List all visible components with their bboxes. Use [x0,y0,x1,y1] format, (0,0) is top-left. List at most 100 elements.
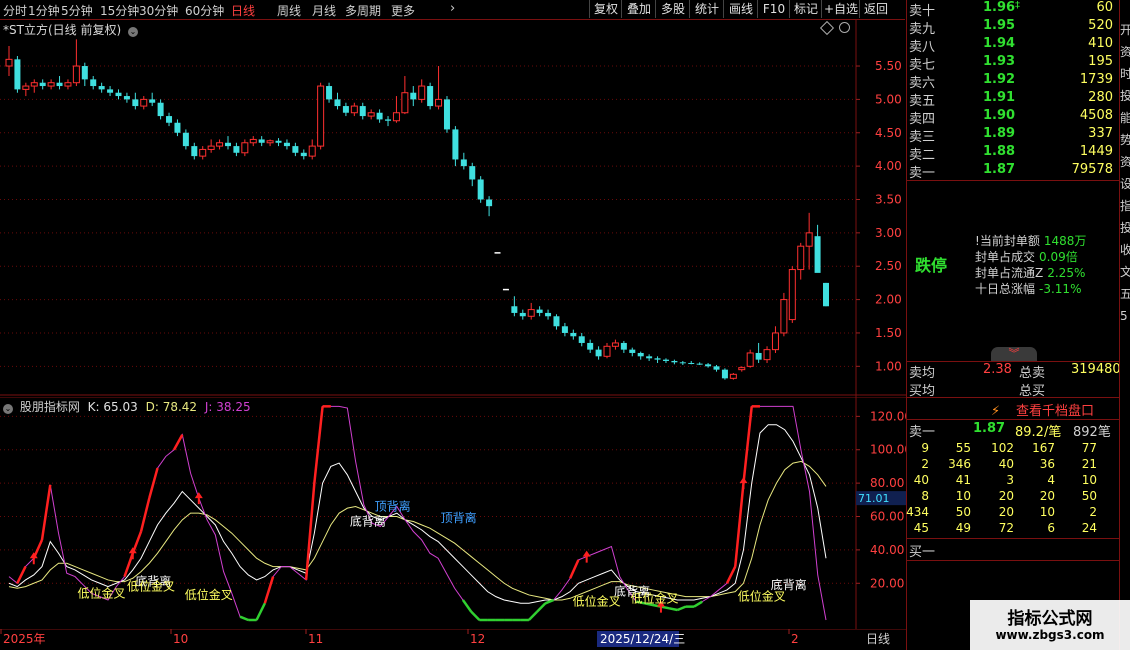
toolbar-button-4[interactable]: 画线 [723,0,758,18]
candle [64,79,72,90]
candle [814,224,821,273]
candle [763,346,771,363]
toolbar-button-2[interactable]: 多股 [655,0,690,18]
candle [486,196,493,217]
order-book-cell: 40 [913,473,929,487]
candle [452,126,459,167]
order-book-cell: 36 [1039,457,1055,471]
timeframe-0[interactable]: 分时 [3,2,27,19]
toolbar-button-5[interactable]: F10 [757,0,790,18]
buy-arrow-icon [739,477,748,490]
ask-volume: 337 [1088,126,1113,141]
ask-volume: 1449 [1079,144,1113,159]
period-label[interactable]: 日线 [866,632,890,646]
j-highlight-segment [313,406,324,484]
cut-text: 五 [1120,286,1130,302]
price-tick-label: 3.50 [875,192,902,206]
timeframe-7[interactable]: 周线 [277,2,301,19]
date-label: 2 [791,632,799,646]
signal-annotation: 顶背离 [375,498,411,513]
expand-button[interactable]: ︾ [991,347,1037,361]
total-ask-label: 总卖 [1019,366,1046,381]
timeframe-3[interactable]: 15分钟 [100,2,139,19]
cut-text: 资 [1120,44,1130,60]
timeframe-6[interactable]: 日线 [231,2,255,19]
order-book-cell: 49 [955,521,971,535]
candle [392,96,400,123]
timeframe-10[interactable]: 更多 [391,2,415,19]
price-tick-label: 2.00 [875,293,902,307]
ask-label: 卖八 [909,40,936,55]
candle [5,46,13,77]
stat-value: -3.11% [1039,282,1082,296]
ask-label: 卖六 [909,76,936,91]
ask-label: 卖一 [909,166,936,181]
cut-text: 时 [1120,66,1130,82]
candle [224,136,231,150]
cut-text: 势 [1120,132,1130,148]
ask-label: 卖七 [909,58,936,73]
timeframe-8[interactable]: 月线 [312,2,336,19]
ask-price: 1.94 [983,36,1016,51]
order-book-row: 40 41 3 4 10 [907,473,1117,489]
chevron-double-down-icon: ︾ [1008,347,1020,360]
candle [90,76,97,90]
candle [249,136,257,147]
order-book-cell: 167 [1032,441,1055,455]
stat-row: 十日总涨幅 -3.11% [975,280,1081,297]
indicator-tick-label: 120.00 [870,409,906,423]
avg-ask-label: 卖均 [909,366,936,381]
candle [713,364,720,372]
ask-row: 卖八 1.94 410 [909,36,1117,55]
candle [342,102,349,117]
timeframe-4[interactable]: 30分钟 [139,2,178,19]
depth-button-label: 查看千档盘口 [1015,404,1094,419]
ask-price: 1.93 [983,54,1016,69]
stat-row: !当前封单额 1488万 [975,232,1086,249]
signal-annotation: 低位金叉 [78,585,126,600]
depth-button[interactable]: ⚡ 查看千档盘口 [991,400,1094,419]
order-book-cell: 50 [955,505,971,519]
signal-annotation: 底背离 [771,577,807,592]
order-book-cell: 10 [955,489,971,503]
candle [823,282,829,307]
kdj-indicator-chart[interactable]: 120.00100.0080.0060.0040.0020.0071.01低位金… [0,397,906,629]
j-highlight-segment [536,602,547,613]
toolbar-button-1[interactable]: 叠加 [621,0,656,18]
indicator-tick-label: 20.00 [870,576,904,590]
candle [149,92,156,107]
timeframe-9[interactable]: 多周期 [345,2,381,19]
candle [283,139,290,150]
total-ask-value: 319480 [1071,362,1121,377]
j-highlight-segment [660,605,670,610]
candle [561,322,568,337]
date-label: 10 [173,632,188,646]
candle [654,356,661,363]
ask-price: 1.87 [983,162,1016,177]
toolbar-button-6[interactable]: 标记 [789,0,822,18]
candle [705,362,712,368]
candle [308,139,316,160]
chevron-right-icon[interactable]: › [450,1,455,16]
divider [907,180,1119,181]
candle [469,162,476,187]
ask-price: 1.89 [983,126,1016,141]
toolbar-button-0[interactable]: 复权 [589,0,622,18]
price-tick-label: 5.50 [875,59,902,73]
timeframe-2[interactable]: 5分钟 [61,2,93,19]
candle [317,82,325,150]
timeframe-1[interactable]: 1分钟 [28,2,60,19]
timeframe-5[interactable]: 60分钟 [185,2,224,19]
cut-text: 资 [1120,154,1130,170]
candle [519,309,526,320]
cut-text: 指 [1120,198,1130,214]
ask-label: 卖九 [909,22,936,37]
toolbar-button-8[interactable]: 返回 [859,0,892,18]
ask-price: 1.96 [983,0,1016,15]
ask-label: 卖四 [909,112,936,127]
limit-status: 跌停 [915,256,948,275]
current-value: 71.01 [858,492,890,505]
toolbar-button-7[interactable]: +自选 [821,0,860,18]
candlestick-chart[interactable]: 5.50 5.00 4.50 4.00 3.50 3.00 2.50 2.00 1.50 1.00 [0,20,906,415]
toolbar-button-3[interactable]: 统计 [689,0,724,18]
